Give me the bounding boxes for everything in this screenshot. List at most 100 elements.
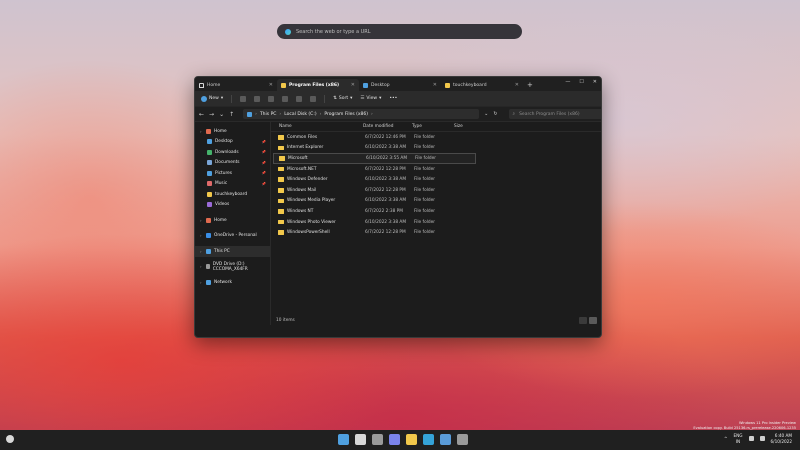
sidebar-item[interactable]: › OneDrive - Personal [195, 231, 270, 242]
search-icon[interactable] [355, 434, 366, 445]
chevron-right-icon[interactable]: › [200, 233, 203, 238]
file-date: 6/7/2022 2:38 PM [365, 208, 403, 214]
breadcrumb-this-pc[interactable]: This PC [260, 112, 276, 117]
edge-icon[interactable] [423, 434, 434, 445]
breadcrumb-program-files[interactable]: Program Files (x86) [324, 112, 368, 117]
paste-icon[interactable] [268, 95, 275, 102]
chevron-right-icon[interactable]: › [200, 129, 203, 134]
sidebar-item[interactable]: › This PC [195, 246, 270, 257]
table-row[interactable]: WindowsPowerShell 6/7/2022 12:28 PM File f… [273, 227, 599, 238]
table-row[interactable]: Windows Mail 6/7/2022 12:28 PM File folder [273, 185, 599, 196]
sidebar-item[interactable]: Music 📌 [195, 179, 270, 190]
table-row[interactable]: Windows Defender 6/10/2022 3:38 AM File fo… [273, 174, 599, 185]
home-icon [206, 128, 211, 134]
refresh-icon[interactable]: ↻ [493, 111, 497, 117]
sidebar-item[interactable]: touchkeyboard [195, 189, 270, 200]
close-tab-icon[interactable]: ✕ [269, 82, 273, 88]
file-explorer-window[interactable]: Home ✕ Program Files (x86) ✕ Desktop ✕ t… [194, 76, 602, 338]
file-explorer-icon[interactable] [406, 434, 417, 445]
chevron-right-icon[interactable]: › [200, 249, 203, 254]
tab-touchkeyboard[interactable]: touchkeyboard ✕ [441, 79, 523, 91]
file-date: 6/10/2022 3:38 AM [365, 219, 407, 225]
weather-widget-icon[interactable] [6, 435, 14, 443]
table-row[interactable]: Microsoft 6/10/2022 3:55 AM File folder [273, 153, 476, 164]
desktop[interactable]: { "search": {"placeholder": "Search the … [0, 0, 800, 450]
details-view-button[interactable] [579, 317, 587, 324]
file-type: File folder [414, 134, 436, 140]
chevron-right-icon[interactable]: › [200, 218, 203, 223]
breadcrumb-local-disk[interactable]: Local Disk (C:) [284, 112, 316, 117]
table-row[interactable]: Microsoft.NET 6/7/2022 12:28 PM File folde… [273, 164, 599, 175]
dropdown-chevron-icon[interactable]: ⌄ [484, 111, 488, 117]
sidebar-item[interactable]: Documents 📌 [195, 158, 270, 169]
file-date: 6/7/2022 12:28 PM [365, 166, 406, 172]
chevron-right-icon: › [279, 111, 282, 117]
column-header-size[interactable]: Size [454, 124, 484, 129]
table-row[interactable]: Windows Media Player 6/10/2022 3:38 AM Fil… [273, 196, 599, 207]
column-header-type[interactable]: Type [412, 124, 454, 129]
tiles-view-button[interactable] [589, 317, 597, 324]
minimize-button[interactable]: — [565, 79, 570, 85]
table-row[interactable]: Windows Photo Viewer 6/10/2022 3:38 AM Fil… [273, 217, 599, 228]
sidebar-item[interactable]: › Network [195, 277, 270, 288]
file-type: File folder [414, 198, 436, 204]
new-tab-button[interactable]: + [527, 81, 533, 89]
store-icon[interactable] [440, 434, 451, 445]
onedrive-icon [206, 233, 211, 239]
volume-icon[interactable] [759, 436, 765, 441]
wifi-icon[interactable] [748, 436, 754, 441]
more-options-button[interactable]: ••• [389, 96, 397, 101]
tab-desktop[interactable]: Desktop ✕ [359, 79, 441, 91]
language-indicator[interactable]: ENG IN [733, 433, 742, 444]
address-bar[interactable]: › This PC › Local Disk (C:) › Program Fi… [243, 109, 480, 119]
sidebar-item[interactable]: Pictures 📌 [195, 168, 270, 179]
file-name: Microsoft [288, 155, 308, 161]
settings-icon[interactable] [457, 434, 468, 445]
sidebar-item[interactable]: › Home [195, 215, 270, 226]
rename-icon[interactable] [282, 95, 289, 102]
close-tab-icon[interactable]: ✕ [351, 82, 355, 88]
file-date: 6/7/2022 12:28 PM [365, 230, 406, 236]
column-header-name[interactable]: Name [279, 124, 363, 129]
sidebar-item[interactable]: Videos [195, 200, 270, 211]
up-arrow-icon[interactable]: ↑ [229, 111, 234, 118]
chevron-up-icon[interactable]: ^ [724, 436, 728, 441]
tab-home[interactable]: Home ✕ [195, 79, 277, 91]
tab-label: touchkeyboard [453, 82, 487, 88]
task-view-icon[interactable] [372, 434, 383, 445]
cut-icon[interactable] [240, 95, 247, 102]
folder-search-input[interactable]: ⌕ Search Program Files (x86) [508, 109, 601, 119]
table-row[interactable]: Windows NT 6/7/2022 2:38 PM File folder [273, 206, 599, 217]
sort-button[interactable]: ⇅ Sort ▾ [333, 96, 352, 101]
sidebar-item[interactable]: › Home [195, 126, 270, 137]
forward-arrow-icon[interactable]: → [209, 111, 214, 118]
copy-icon[interactable] [254, 95, 261, 102]
maximize-button[interactable]: ☐ [579, 79, 583, 85]
web-search-bar[interactable]: Search the web or type a URL [277, 24, 522, 39]
recent-locations-icon[interactable]: ⌄ [219, 111, 224, 118]
table-row[interactable]: Common Files 6/7/2022 12:46 PM File folder [273, 132, 599, 143]
chevron-right-icon[interactable]: › [200, 280, 203, 285]
clock[interactable]: 6:40 AM 6/10/2022 [771, 433, 792, 444]
column-header-date[interactable]: Date modified [363, 124, 412, 129]
sidebar-item[interactable]: Downloads 📌 [195, 147, 270, 158]
share-icon[interactable] [296, 95, 303, 102]
view-button[interactable]: ☰ View ▾ [360, 96, 381, 101]
music-icon [207, 181, 212, 187]
table-row[interactable]: Internet Explorer 6/10/2022 3:38 AM File f… [273, 143, 599, 154]
chat-icon[interactable] [389, 434, 400, 445]
back-arrow-icon[interactable]: ← [199, 111, 204, 118]
close-tab-icon[interactable]: ✕ [433, 82, 437, 88]
start-icon[interactable] [338, 434, 349, 445]
delete-icon[interactable] [310, 95, 317, 102]
tab-program-files[interactable]: Program Files (x86) ✕ [277, 79, 359, 91]
sidebar-item[interactable]: › DVD Drive (D:) CCCOMA_X64FR [195, 262, 270, 273]
new-button[interactable]: New ▾ [201, 95, 223, 102]
chevron-right-icon[interactable]: › [200, 264, 203, 269]
close-tab-icon[interactable]: ✕ [515, 82, 519, 88]
sidebar-item[interactable]: Desktop 📌 [195, 137, 270, 148]
language-code: ENG [733, 433, 743, 438]
close-button[interactable]: ✕ [593, 79, 597, 85]
item-count: 10 items [276, 317, 295, 323]
tab-label: Program Files (x86) [289, 82, 340, 88]
